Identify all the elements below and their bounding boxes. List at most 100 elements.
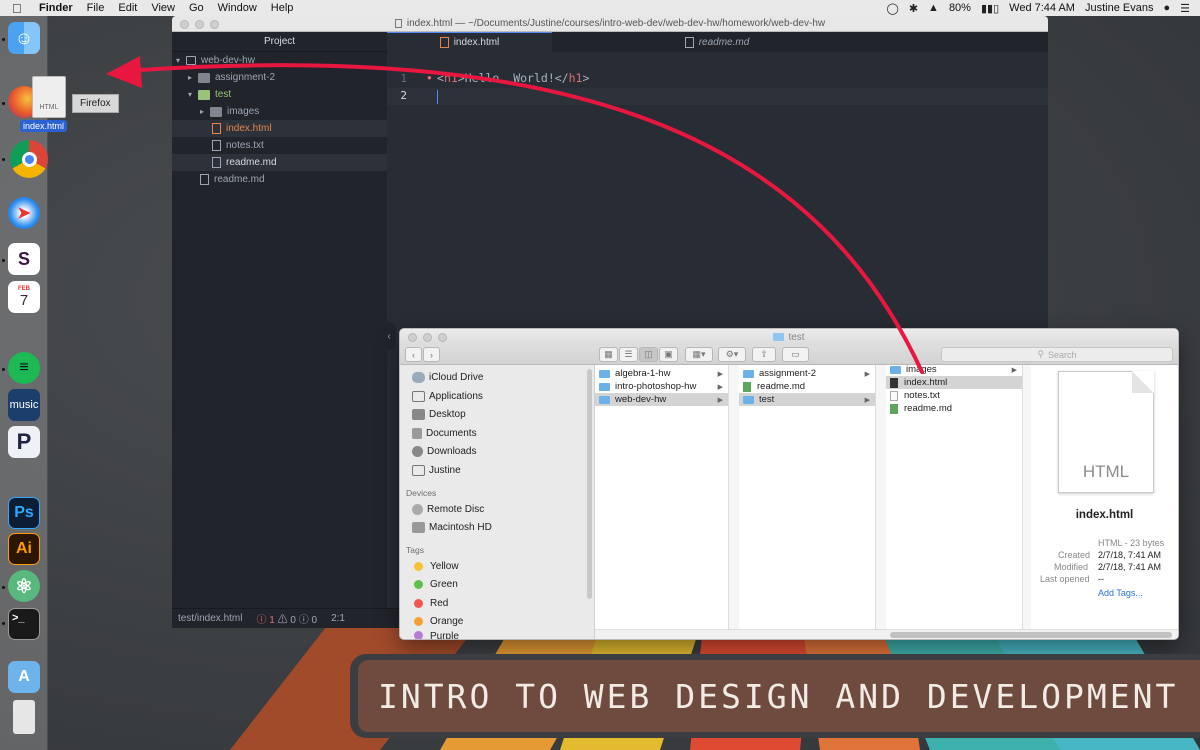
back-button[interactable]: ‹ (405, 347, 422, 362)
column-item-test[interactable]: test ▶ (739, 393, 875, 406)
list-view-button[interactable]: ☰ (619, 347, 638, 362)
scroll-thumb[interactable] (890, 632, 1172, 638)
bluetooth-icon[interactable]: ✱ (909, 2, 918, 15)
creative-cloud-icon[interactable]: ◯ (887, 2, 899, 15)
sidebar-item-applications[interactable]: Applications (412, 388, 483, 404)
column-item-web-dev-hw[interactable]: web-dev-hw ▶ (595, 393, 728, 406)
sidebar-tag-yellow[interactable]: Yellow (414, 558, 459, 574)
minimize-button[interactable] (423, 333, 432, 342)
column-item-algebra[interactable]: algebra-1-hw ▶ (595, 367, 728, 380)
column-item-notes[interactable]: notes.txt (886, 389, 1022, 402)
sidebar-item-desktop[interactable]: Desktop (412, 406, 466, 422)
sidebar-item-documents[interactable]: Documents (412, 425, 477, 441)
tree-item-test[interactable]: ▾ test (172, 86, 387, 103)
tree-item-root[interactable]: ▾ web-dev-hw (172, 52, 387, 69)
zoom-button[interactable] (210, 20, 219, 29)
trash-dock-icon[interactable] (13, 700, 35, 734)
menu-user[interactable]: Justine Evans (1085, 2, 1153, 14)
menu-view[interactable]: View (144, 2, 182, 14)
arrange-button[interactable]: ▦▾ (685, 347, 713, 362)
tab-index-html[interactable]: index.html (387, 32, 552, 52)
wifi-icon[interactable]: ▲ (928, 2, 939, 14)
folder-icon (599, 395, 610, 404)
collapse-tree-icon[interactable]: ‹ (382, 322, 396, 350)
horizontal-scrollbar[interactable] (595, 629, 1178, 639)
gallery-view-button[interactable]: ▣ (659, 347, 678, 362)
sidebar-item-downloads[interactable]: Downloads (412, 443, 476, 459)
finder-title: test (788, 331, 805, 343)
sidebar-tag-red[interactable]: Red (414, 595, 448, 611)
safari-dock-icon[interactable]: ➤ (8, 197, 40, 229)
terminal-dock-icon[interactable]: >_ (8, 608, 40, 640)
column-item-assignment-2[interactable]: assignment-2 ▶ (739, 367, 875, 380)
spotify-dock-icon[interactable]: ≡ (8, 352, 40, 384)
column-item-images[interactable]: images ▶ (886, 363, 1022, 376)
pandora-dock-icon[interactable]: P (8, 426, 40, 458)
menu-go[interactable]: Go (182, 2, 211, 14)
menu-edit[interactable]: Edit (111, 2, 144, 14)
column-1: algebra-1-hw ▶ intro-photoshop-hw ▶ web-de… (595, 365, 729, 629)
column-item-intro-photoshop[interactable]: intro-photoshop-hw ▶ (595, 380, 728, 393)
sidebar-item-icloud[interactable]: iCloud Drive (412, 369, 483, 385)
finder-title-bar[interactable]: test (400, 329, 1178, 345)
sidebar-tag-orange[interactable]: Orange (414, 613, 463, 629)
cursor-position[interactable]: 2:1 (331, 613, 345, 624)
column-item-readme[interactable]: readme.md (739, 380, 875, 393)
sidebar-tag-green[interactable]: Green (414, 576, 458, 592)
preview-pane: HTML index.html HTML - 23 bytes Created … (1031, 365, 1178, 629)
photoshop-dock-icon[interactable]: Ps (8, 497, 40, 529)
tree-item-assignment[interactable]: ▸ assignment-2 (172, 69, 387, 86)
atom-dock-icon[interactable]: ⚛ (8, 570, 40, 602)
project-tree: Project ▾ web-dev-hw ▸ assignment-2 ▾ te… (172, 32, 387, 608)
sidebar-item-macintosh-hd[interactable]: Macintosh HD (412, 519, 492, 535)
share-button[interactable]: ⇧ (752, 347, 776, 362)
menu-file[interactable]: File (80, 2, 112, 14)
minimize-button[interactable] (195, 20, 204, 29)
search-field[interactable]: ⚲ Search (941, 347, 1173, 362)
battery-percent[interactable]: 80% (949, 2, 971, 14)
drag-ghost[interactable]: HTML index.html (20, 76, 68, 132)
column-view-button[interactable]: ◫ (639, 347, 658, 362)
sidebar-tag-purple[interactable]: Purple (414, 631, 459, 639)
illustrator-dock-icon[interactable]: Ai (8, 533, 40, 565)
menu-window[interactable]: Window (211, 2, 264, 14)
battery-icon[interactable]: ▮▮▯ (981, 2, 999, 15)
slack-dock-icon[interactable]: S (8, 243, 40, 275)
tree-item-readme-outer[interactable]: readme.md (172, 171, 387, 188)
sidebar-item-home[interactable]: Justine (412, 462, 461, 478)
linter-status[interactable]: ⓘ 1 ⚠ 0 ⓘ 0 (256, 611, 317, 626)
menu-clock[interactable]: Wed 7:44 AM (1009, 2, 1075, 14)
zoom-button[interactable] (438, 333, 447, 342)
tree-item-index[interactable]: index.html (172, 120, 387, 137)
tab-readme-md[interactable]: readme.md (552, 32, 882, 52)
applications-folder-dock-icon[interactable]: A (8, 661, 40, 693)
tree-item-readme-inner[interactable]: readme.md (172, 154, 387, 171)
tree-item-images[interactable]: ▸ images (172, 103, 387, 120)
calendar-dock-icon[interactable]: FEB 7 (8, 281, 40, 313)
status-file-path[interactable]: test/index.html (178, 613, 242, 624)
sidebar-item-remote-disc[interactable]: Remote Disc (412, 501, 484, 517)
tree-item-notes[interactable]: notes.txt (172, 137, 387, 154)
column-item-index-html[interactable]: index.html (886, 376, 1022, 389)
chrome-dock-icon[interactable] (10, 140, 48, 178)
action-gear-button[interactable]: ⚙▾ (718, 347, 746, 362)
tags-button[interactable]: ▭ (782, 347, 809, 362)
notification-center-icon[interactable]: ☰ (1180, 2, 1190, 15)
sidebar-scrollbar[interactable] (587, 369, 592, 599)
apple-menu-icon[interactable]:  (12, 1, 26, 16)
close-button[interactable] (180, 20, 189, 29)
icon-view-button[interactable]: ▦ (599, 347, 618, 362)
code-line-1[interactable]: <h1>Hello, World!</h1> (437, 71, 589, 85)
menu-help[interactable]: Help (264, 2, 301, 14)
column-item-readme-md[interactable]: readme.md (886, 402, 1022, 415)
finder-dock-icon[interactable]: ☺ (8, 22, 40, 54)
add-tags-link[interactable]: Add Tags... (1098, 588, 1143, 598)
forward-button[interactable]: › (423, 347, 440, 362)
tree-header[interactable]: Project (172, 32, 387, 52)
siri-icon[interactable]: ● (1163, 2, 1170, 14)
close-button[interactable] (408, 333, 417, 342)
amazon-music-dock-icon[interactable]: music (8, 389, 40, 421)
menu-app-name[interactable]: Finder (32, 2, 80, 14)
sidebar-tags-header: Tags (406, 545, 424, 555)
atom-title-bar[interactable]: index.html — ~/Documents/Justine/courses… (172, 16, 1048, 32)
